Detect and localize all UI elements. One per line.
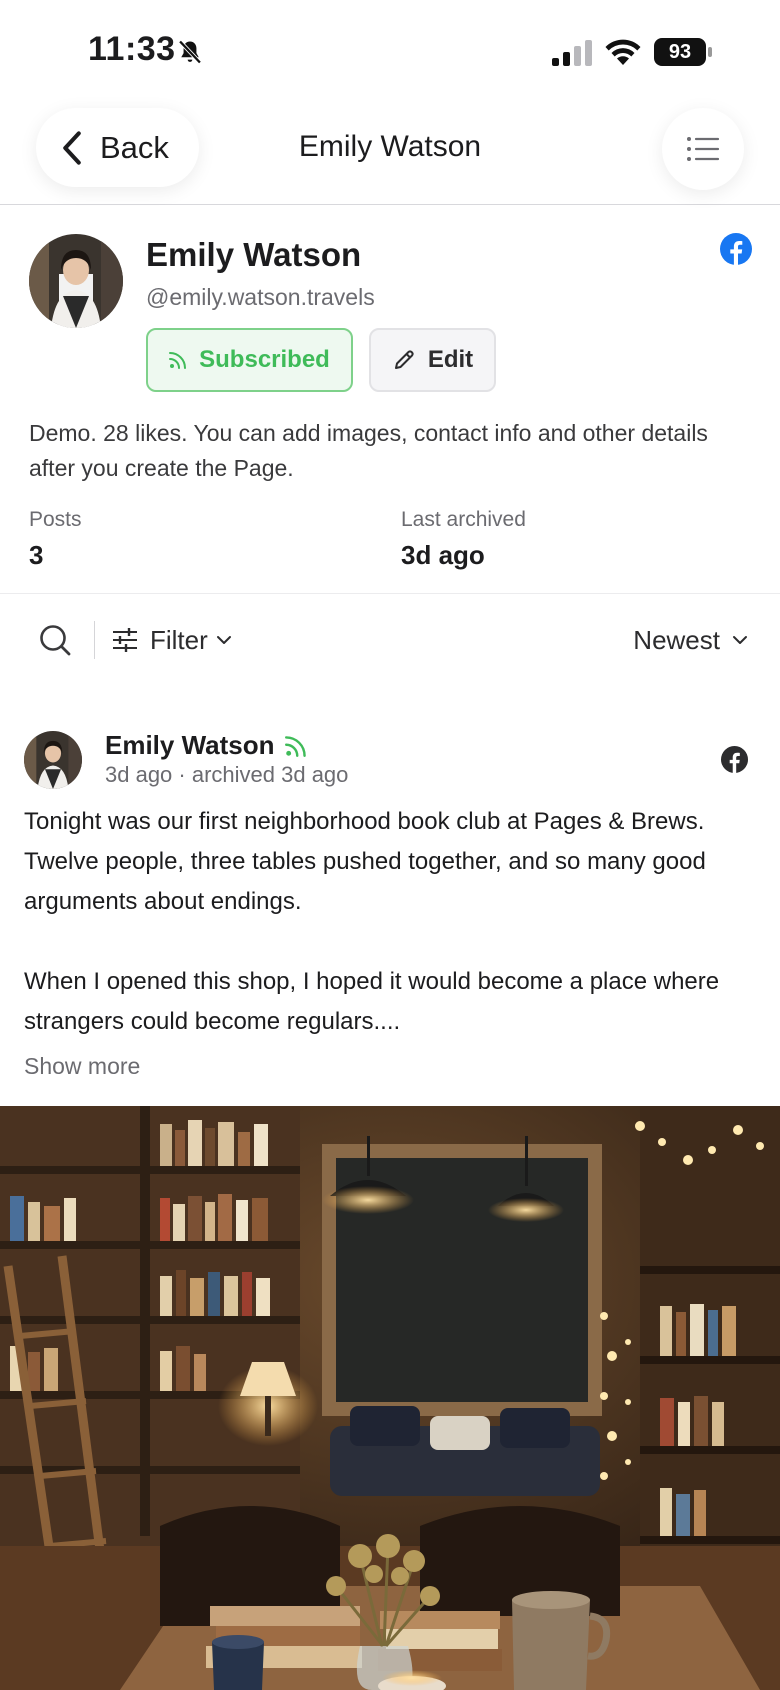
post-meta: 3d ago · archived 3d ago (105, 762, 349, 787)
cellular-signal-icon (552, 40, 592, 66)
battery-icon: 93 (654, 38, 714, 66)
filter-button[interactable]: Filter (112, 621, 232, 659)
feed-toolbar: Filter Newest (0, 595, 780, 685)
edit-button[interactable]: Edit (369, 328, 496, 392)
profile-bio: Demo. 28 likes. You can add images, cont… (29, 420, 708, 481)
sort-label: Newest (633, 624, 720, 655)
stat-last-archived-value: 3d ago (401, 540, 485, 570)
post-body: Tonight was our first neighborhood book … (24, 802, 754, 1042)
sliders-icon (113, 628, 137, 652)
list-icon (687, 137, 720, 161)
post-author[interactable]: Emily Watson (105, 730, 307, 761)
bell-muted-icon (178, 40, 202, 64)
subscribed-label: Subscribed (199, 346, 330, 373)
edit-label: Edit (427, 346, 474, 373)
status-time: 11:33 (88, 30, 176, 68)
show-more-link[interactable]: Show more (24, 1053, 140, 1080)
subscribed-button[interactable]: Subscribed (146, 328, 353, 392)
toolbar-divider (94, 621, 95, 659)
profile-handle: @emily.watson.travels (146, 284, 375, 310)
chevron-down-icon (733, 636, 747, 644)
post-paragraph: When I opened this shop, I hoped it woul… (24, 968, 720, 1035)
filter-label: Filter (150, 624, 208, 655)
stat-last-archived-label: Last archived (401, 508, 526, 531)
rss-icon (169, 352, 187, 369)
chevron-down-icon (216, 636, 231, 644)
status-bar: 11:33 93 (0, 0, 780, 100)
pencil-icon (394, 350, 414, 369)
wifi-icon (605, 39, 641, 65)
post-image[interactable] (0, 1106, 780, 1690)
profile-name: Emily Watson (146, 236, 362, 273)
profile-card: Emily Watson @emily.watson.travels Subsc… (0, 206, 780, 594)
post-paragraph: Tonight was our first neighborhood book … (24, 808, 706, 915)
stat-posts-label: Posts (29, 508, 82, 531)
stat-posts-value: 3 (29, 540, 44, 570)
top-nav-bar: Back Emily Watson (0, 100, 780, 205)
rss-icon (284, 735, 306, 757)
battery-level: 93 (654, 38, 706, 66)
sort-dropdown[interactable]: Newest (633, 621, 748, 659)
facebook-icon[interactable] (721, 746, 748, 773)
post-author-name: Emily Watson (105, 730, 275, 760)
menu-button[interactable] (662, 108, 744, 190)
facebook-icon[interactable] (720, 233, 752, 265)
avatar[interactable] (29, 234, 123, 328)
search-icon[interactable] (38, 623, 72, 657)
post-author-avatar[interactable] (24, 731, 82, 789)
